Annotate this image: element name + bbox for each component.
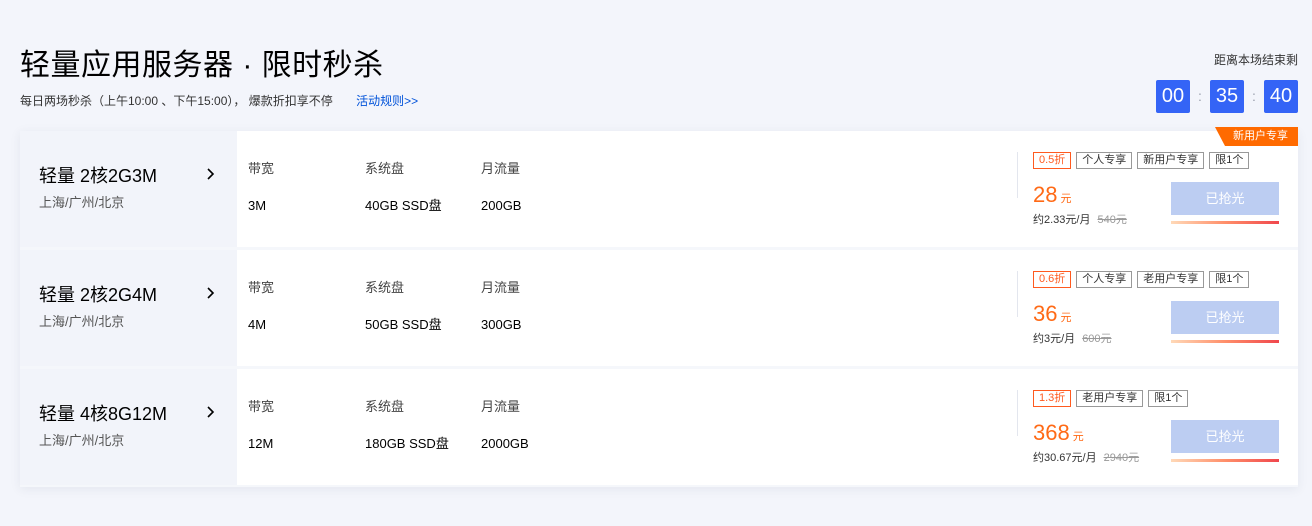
price-value: 28 [1033, 182, 1058, 207]
sold-out-button[interactable]: 已抢光 [1171, 420, 1279, 453]
chevron-right-icon [207, 406, 215, 418]
page-title: 轻量应用服务器 · 限时秒杀 [20, 49, 384, 82]
product-row: 轻量 4核8G12M 上海/广州/北京 带宽 系统盘 月流量 12M 180GB… [20, 369, 1298, 485]
traffic-label: 月流量 [481, 161, 521, 176]
bandwidth-value: 4M [248, 317, 267, 332]
bandwidth-label: 带宽 [248, 280, 275, 295]
traffic-value: 300GB [481, 317, 522, 332]
disk-value: 180GB SSD盘 [365, 436, 449, 451]
product-name: 轻量 2核2G4M [39, 285, 158, 305]
bandwidth-label: 带宽 [248, 161, 275, 176]
product-region: 上海/广州/北京 [39, 314, 125, 329]
disk-label: 系统盘 [365, 161, 405, 176]
countdown-seconds: 40 [1264, 80, 1298, 113]
product-name-cell[interactable]: 轻量 2核2G3M 上海/广州/北京 [20, 131, 237, 247]
product-name: 轻量 4核8G12M [39, 404, 168, 424]
page-header: 轻量应用服务器 · 限时秒杀 每日两场秒杀（上午10:00 、下午15:00），… [20, 48, 1300, 118]
discount-tag: 1.3折 [1033, 390, 1072, 407]
price-value: 368 [1033, 420, 1070, 445]
page-subtitle: 每日两场秒杀（上午10:00 、下午15:00）， 爆款折扣享不停 活动规则>> [20, 92, 1300, 110]
price-unit: 元 [1072, 431, 1084, 443]
subtitle-text: 每日两场秒杀（上午10:00 、下午15:00）， 爆款折扣享不停 [20, 94, 333, 108]
countdown-timer: 00 : 35 : 40 [1156, 80, 1298, 113]
tag: 限1个 [1209, 152, 1250, 169]
discount-tag: 0.5折 [1033, 152, 1072, 169]
disk-value: 40GB SSD盘 [365, 198, 442, 213]
traffic-value: 2000GB [481, 436, 529, 451]
monthly-price: 约3元/月 600元 [1033, 332, 1112, 346]
product-tags: 1.3折 老用户专享 限1个 [1033, 390, 1193, 407]
monthly-price: 约30.67元/月 2940元 [1033, 451, 1139, 465]
product-name-cell[interactable]: 轻量 4核8G12M 上海/广州/北京 [20, 369, 237, 485]
disk-value: 50GB SSD盘 [365, 317, 442, 332]
price-unit: 元 [1060, 312, 1072, 324]
original-price: 600元 [1082, 333, 1112, 345]
product-region: 上海/广州/北京 [39, 195, 125, 210]
original-price: 540元 [1097, 214, 1127, 226]
stock-progress-bar [1171, 459, 1279, 462]
stock-progress-bar [1171, 340, 1279, 343]
price-value: 36 [1033, 301, 1058, 326]
product-region: 上海/广州/北京 [39, 433, 125, 448]
disk-label: 系统盘 [365, 280, 405, 295]
monthly-price-value: 约3元/月 [1033, 333, 1076, 345]
countdown-minutes: 35 [1210, 80, 1244, 113]
product-row: 轻量 2核2G4M 上海/广州/北京 带宽 系统盘 月流量 4M 50GB SS… [20, 250, 1298, 366]
product-price: 36 元 [1033, 302, 1071, 330]
monthly-price: 约2.33元/月 540元 [1033, 213, 1127, 227]
countdown-separator: : [1198, 88, 1202, 104]
tag: 新用户专享 [1137, 152, 1205, 169]
tag: 限1个 [1209, 271, 1250, 288]
traffic-label: 月流量 [481, 280, 521, 295]
traffic-value: 200GB [481, 198, 522, 213]
tag: 限1个 [1148, 390, 1189, 407]
original-price: 2940元 [1103, 452, 1140, 464]
product-row: 轻量 2核2G3M 上海/广州/北京 带宽 系统盘 月流量 3M 40GB SS… [20, 127, 1298, 247]
traffic-label: 月流量 [481, 399, 521, 414]
tag: 老用户专享 [1137, 271, 1205, 288]
product-price: 368 元 [1033, 421, 1084, 449]
countdown-label: 距离本场结束剩 [1213, 53, 1298, 67]
product-price: 28 元 [1033, 183, 1071, 211]
product-name-cell[interactable]: 轻量 2核2G4M 上海/广州/北京 [20, 250, 237, 366]
product-list: 轻量 2核2G3M 上海/广州/北京 带宽 系统盘 月流量 3M 40GB SS… [20, 127, 1298, 487]
product-name: 轻量 2核2G3M [39, 166, 158, 186]
product-tags: 0.5折 个人专享 新用户专享 限1个 [1033, 152, 1254, 169]
chevron-right-icon [207, 287, 215, 299]
tag: 老用户专享 [1076, 390, 1144, 407]
chevron-right-icon [207, 168, 215, 180]
price-unit: 元 [1060, 193, 1072, 205]
sold-out-button[interactable]: 已抢光 [1171, 182, 1279, 215]
activity-rules-link[interactable]: 活动规则>> [356, 94, 418, 108]
disk-label: 系统盘 [365, 399, 405, 414]
tag: 个人专享 [1076, 152, 1133, 169]
stock-progress-bar [1171, 221, 1279, 224]
bandwidth-value: 3M [248, 198, 267, 213]
divider [1017, 390, 1018, 436]
divider [1017, 271, 1018, 317]
tag: 个人专享 [1076, 271, 1133, 288]
monthly-price-value: 约2.33元/月 [1033, 214, 1091, 226]
countdown-separator: : [1252, 88, 1256, 104]
bandwidth-value: 12M [248, 436, 274, 451]
product-tags: 0.6折 个人专享 老用户专享 限1个 [1033, 271, 1254, 288]
sold-out-button[interactable]: 已抢光 [1171, 301, 1279, 334]
countdown-hours: 00 [1156, 80, 1190, 113]
bandwidth-label: 带宽 [248, 399, 275, 414]
countdown: 距离本场结束剩 00 : 35 : 40 [1138, 52, 1298, 116]
monthly-price-value: 约30.67元/月 [1033, 452, 1097, 464]
discount-tag: 0.6折 [1033, 271, 1072, 288]
divider [1017, 152, 1018, 198]
corner-badge: 新用户专享 [1215, 127, 1298, 146]
